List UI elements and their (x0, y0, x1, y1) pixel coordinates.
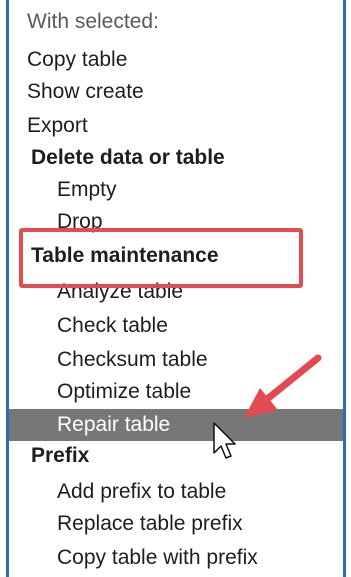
annotation-overlay (213, 354, 322, 459)
arrow-annotation-icon (244, 354, 322, 418)
mouse-cursor-icon (213, 422, 236, 459)
